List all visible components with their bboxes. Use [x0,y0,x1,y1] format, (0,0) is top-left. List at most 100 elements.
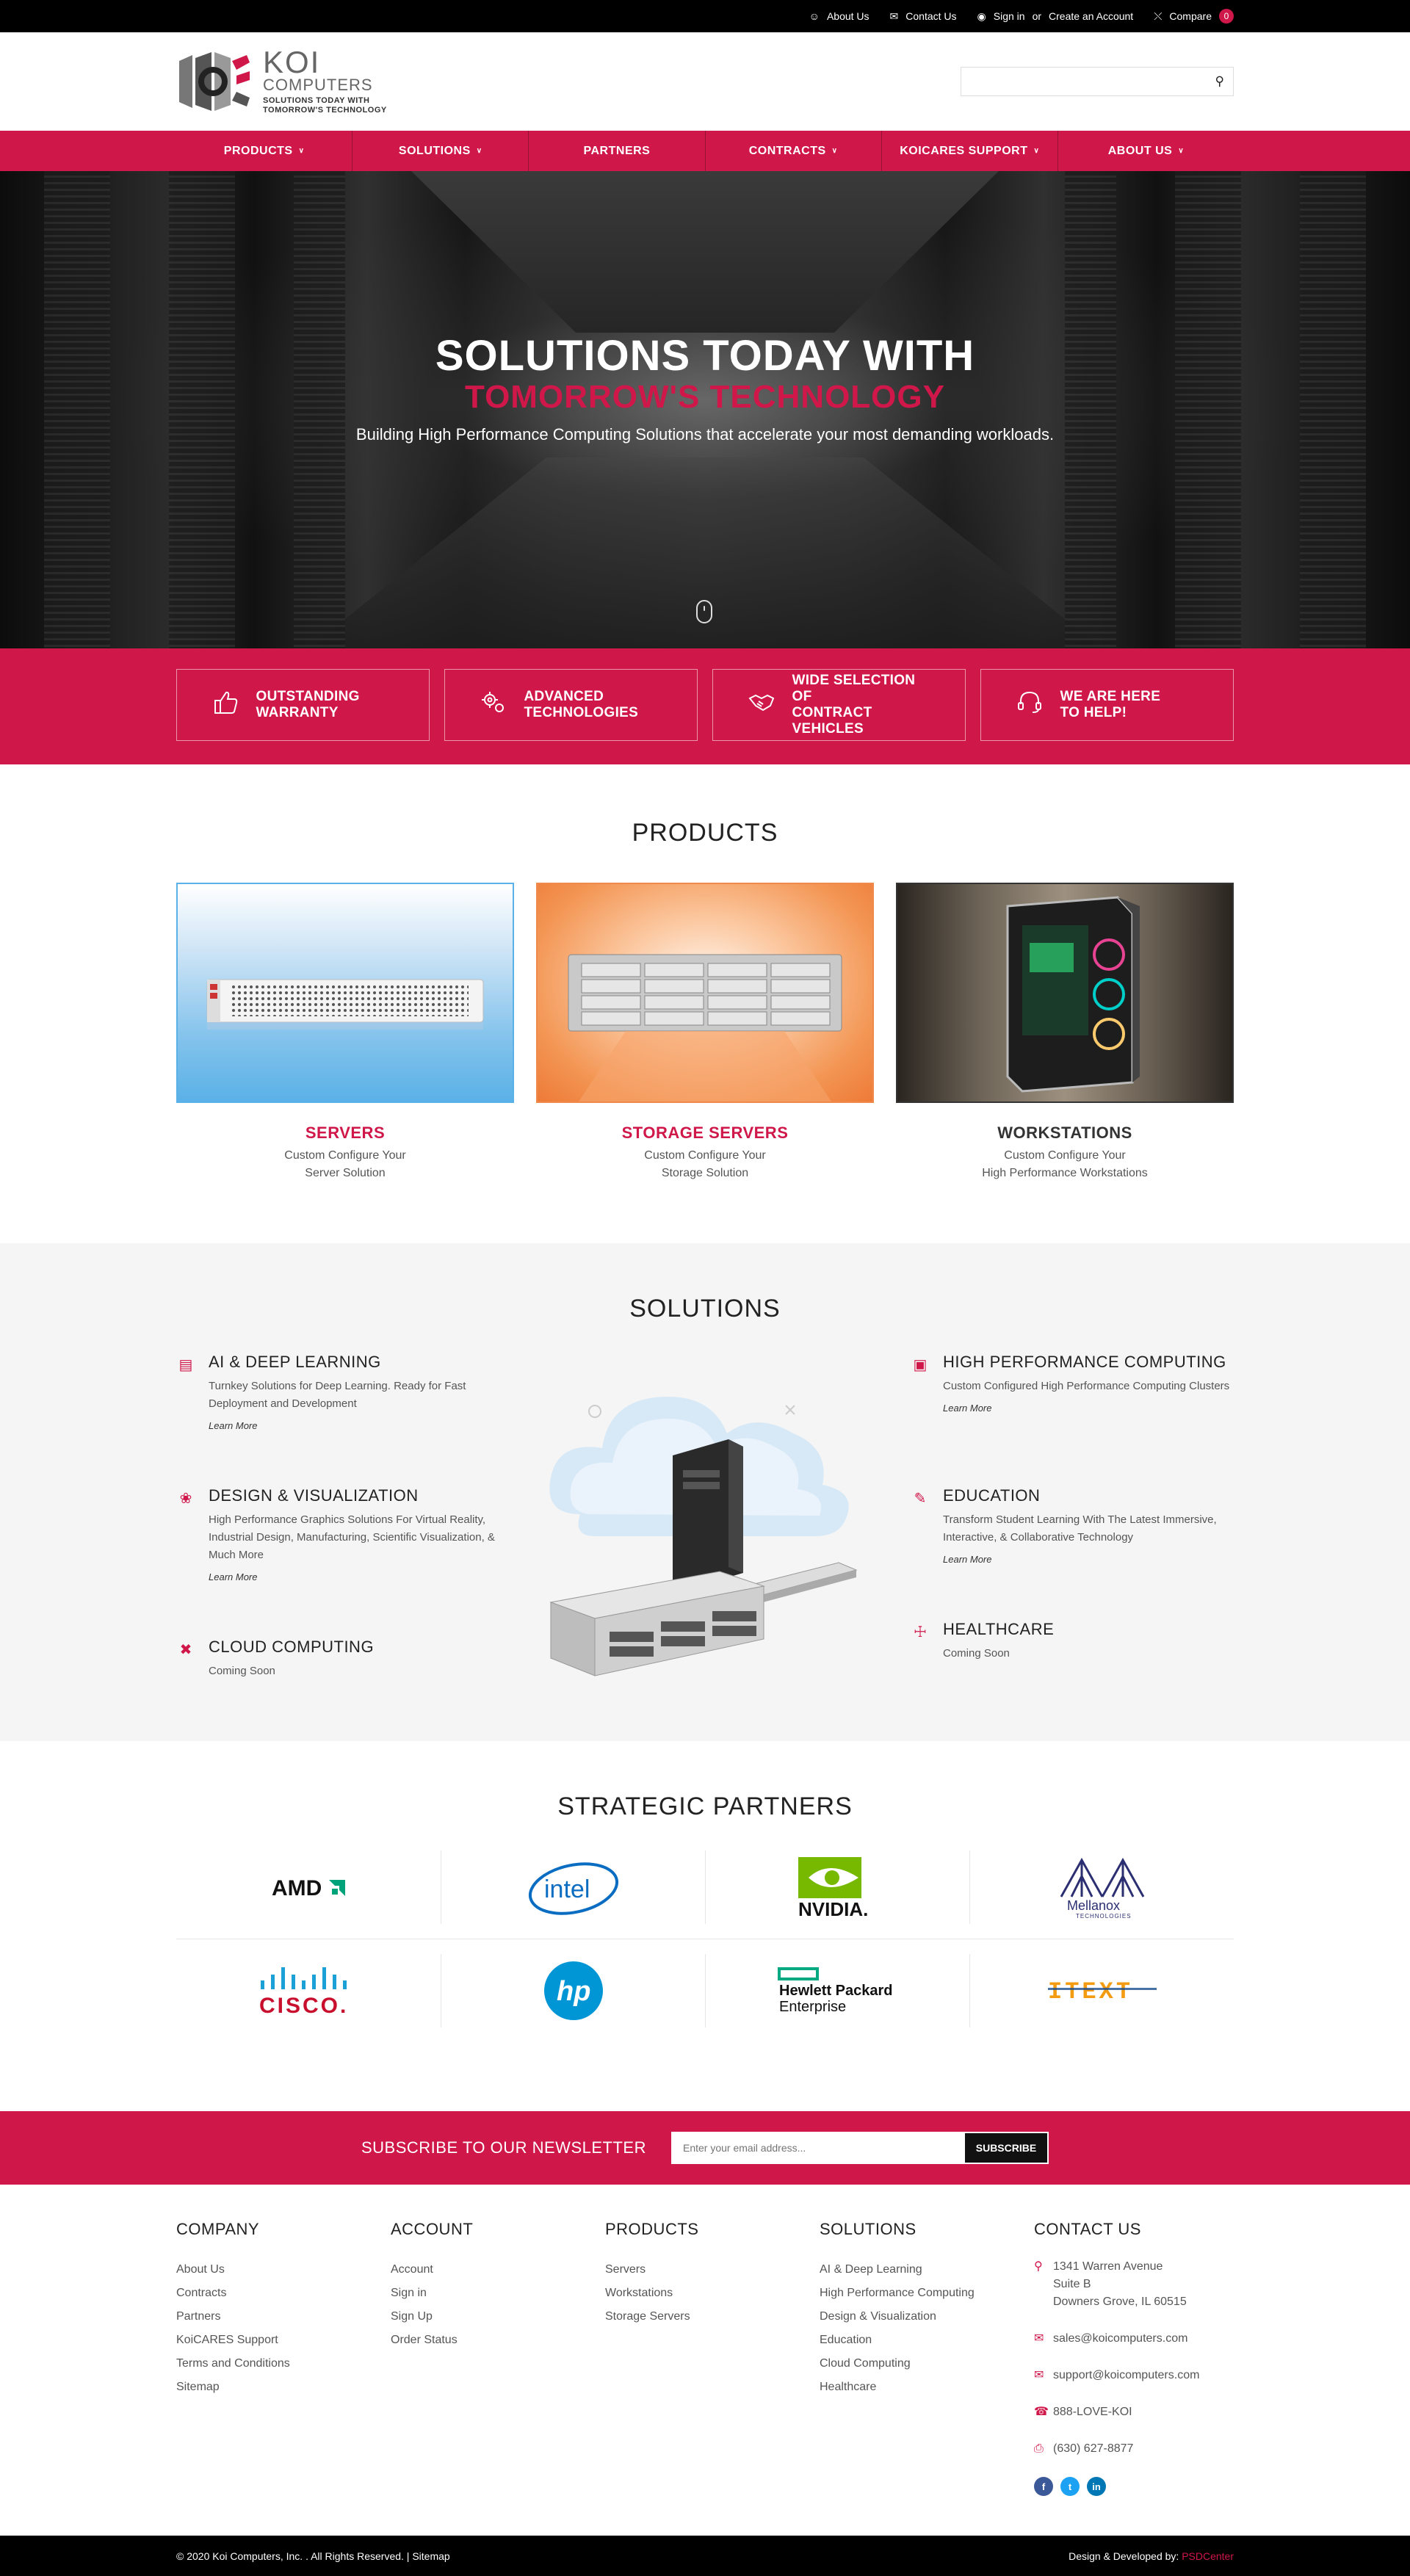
about-us-link[interactable]: ☺ About Us [809,10,870,22]
subscribe-button[interactable]: SUBSCRIBE [964,2133,1047,2163]
partner-mellanox-logo[interactable]: Mellanox TECHNOLOGIES [969,1850,1234,1924]
contact-address: ⚲ 1341 Warren Avenue Suite B Downers Grove… [1034,2258,1234,2311]
storage-servers-image[interactable] [536,883,874,1103]
footer-link[interactable]: KoiCARES Support [176,2329,391,2352]
partner-cisco-logo[interactable]: CISCO. [176,1954,441,2027]
solution-design-visualization[interactable]: ❀ DESIGN & VISUALIZATION High Performanc… [176,1486,507,1582]
scroll-mouse-icon[interactable] [696,600,712,623]
learn-more-link[interactable]: Learn More [209,1420,507,1431]
footer-link[interactable]: Order Status [391,2329,605,2352]
product-name-servers[interactable]: SERVERS [176,1124,514,1143]
hero-title-accent: TOMORROW'S TECHNOLOGY [465,379,945,415]
footer-link[interactable]: Sign Up [391,2305,605,2329]
footer-heading: ACCOUNT [391,2220,474,2238]
chevron-down-icon: ∨ [1178,147,1185,155]
nav-contracts[interactable]: CONTRACTS ∨ [704,131,881,171]
search-input[interactable] [961,68,1196,95]
nav-partners[interactable]: PARTNERS [528,131,704,171]
feature-warranty[interactable]: OUTSTANDING WARRANTY [176,669,430,741]
learn-more-link[interactable]: Learn More [209,1571,507,1582]
footer-heading: SOLUTIONS [820,2220,916,2238]
newsletter-email-input[interactable] [672,2133,965,2163]
footer-link[interactable]: Healthcare [820,2376,1034,2399]
footer-link[interactable]: AI & Deep Learning [820,2258,1034,2282]
product-card-storage[interactable]: STORAGE SERVERS Custom Configure Your Sto… [536,883,874,1182]
twitter-icon[interactable]: t [1060,2477,1080,2496]
partner-intel-logo[interactable]: intel [441,1850,705,1924]
footer-link[interactable]: Sign in [391,2282,605,2305]
partner-nvidia-logo[interactable]: NVIDIA. [705,1850,969,1924]
partners-title: STRATEGIC PARTNERS [557,1792,853,1820]
compare-link[interactable]: ⤬ Compare 0 [1154,9,1234,23]
footer-link[interactable]: Workstations [605,2282,820,2305]
solution-healthcare[interactable]: ☩ HEALTHCARE Coming Soon [911,1620,1234,1663]
solution-cloud-computing[interactable]: ✖ CLOUD COMPUTING Coming Soon [176,1638,507,1680]
svg-text:AMD: AMD [272,1876,322,1900]
feature-technologies[interactable]: ADVANCED TECHNOLOGIES [444,669,698,741]
products-title: PRODUCTS [632,819,778,847]
footer-link[interactable]: Account [391,2258,605,2282]
chip-icon: ▤ [178,1357,193,1373]
footer-link[interactable]: Servers [605,2258,820,2282]
contact-us-link[interactable]: ✉ Contact Us [890,10,957,23]
footer-link[interactable]: Contracts [176,2282,391,2305]
footer-link[interactable]: Sitemap [176,2376,391,2399]
footer-link[interactable]: High Performance Computing [820,2282,1034,2305]
footer-link[interactable]: Storage Servers [605,2305,820,2329]
logo-koi-text: KOI [263,45,321,79]
credit-brand-link[interactable]: PSDCenter [1182,2550,1234,2562]
feature-help[interactable]: WE ARE HERE TO HELP! [980,669,1234,741]
product-card-servers[interactable]: SERVERS Custom Configure Your Server Solu… [176,883,514,1182]
user-icon: ☺ [809,10,820,22]
solutions-title: SOLUTIONS [629,1295,781,1323]
solution-education[interactable]: ✎ EDUCATION Transform Student Learning W… [911,1486,1234,1565]
newsletter-bar: SUBSCRIBE TO OUR NEWSLETTER SUBSCRIBE [0,2111,1410,2185]
contact-email-support[interactable]: ✉ support@koicomputers.com [1034,2367,1234,2384]
footer-link[interactable]: Design & Visualization [820,2305,1034,2329]
learn-more-link[interactable]: Learn More [943,1554,1234,1565]
main-nav: PRODUCTS ∨ SOLUTIONS ∨ PARTNERS CONTRACTS ∨… [0,131,1410,171]
newsletter-label: SUBSCRIBE TO OUR NEWSLETTER [361,2138,646,2157]
pencil-icon: ✎ [914,1491,927,1507]
nav-about-us[interactable]: ABOUT US ∨ [1057,131,1234,171]
product-name-storage-servers[interactable]: STORAGE SERVERS [536,1124,874,1143]
create-account-link[interactable]: Create an Account [1049,10,1133,22]
solution-ai-deep-learning[interactable]: ▤ AI & DEEP LEARNING Turnkey Solutions f… [176,1353,507,1431]
linkedin-icon[interactable]: in [1087,2477,1106,2496]
partner-hpe-logo[interactable]: Hewlett Packard Enterprise [705,1954,969,2027]
contact-phone-tollfree[interactable]: ☎ 888-LOVE-KOI [1034,2403,1234,2421]
logo-tagline-2: TOMORROW'S TECHNOLOGY [263,106,387,115]
chevron-down-icon: ∨ [831,147,838,155]
nav-solutions[interactable]: SOLUTIONS ∨ [352,131,528,171]
footer-link[interactable]: Terms and Conditions [176,2352,391,2376]
product-name-workstations[interactable]: WORKSTATIONS [896,1124,1234,1143]
partner-amd-logo[interactable]: AMD [176,1850,441,1924]
products-section: PRODUCTS SERVERS Custom Configure Your Se… [0,764,1410,1243]
footer-link[interactable]: Education [820,2329,1034,2352]
logo-tagline-1: SOLUTIONS TODAY WITH [263,96,370,105]
nav-products[interactable]: PRODUCTS ∨ [176,131,352,171]
product-card-workstations[interactable]: WORKSTATIONS Custom Configure Your High P… [896,883,1234,1182]
footer-link[interactable]: Partners [176,2305,391,2329]
svg-text:Enterprise: Enterprise [779,1999,846,2015]
learn-more-link[interactable]: Learn More [943,1403,1234,1414]
solution-high-performance-computing[interactable]: ▣ HIGH PERFORMANCE COMPUTING Custom Conf… [911,1353,1234,1414]
sign-in-link[interactable]: Sign in [994,10,1025,22]
gears-icon [479,690,508,721]
search-icon[interactable]: ⚲ [1215,74,1224,89]
logo[interactable]: KOI COMPUTERS SOLUTIONS TODAY WITH TOMOR… [176,45,387,115]
footer-link[interactable]: About Us [176,2258,391,2282]
features-bar: OUTSTANDING WARRANTY ADVANCED TECHNOLOGIES… [0,648,1410,764]
partner-hp-logo[interactable]: hp [441,1954,705,2027]
footer-link[interactable]: Cloud Computing [820,2352,1034,2376]
nav-koicares-support[interactable]: KOICARES SUPPORT ∨ [881,131,1058,171]
partner-itext-logo[interactable]: ITEXT [969,1954,1234,2027]
feature-contract-vehicles[interactable]: WIDE SELECTION OF CONTRACT VEHICLES [712,669,966,741]
facebook-icon[interactable]: f [1034,2477,1053,2496]
contact-email-sales[interactable]: ✉ sales@koicomputers.com [1034,2330,1234,2348]
workstations-image[interactable] [896,883,1234,1103]
contact-phone-fax[interactable]: ⎙ (630) 627-8877 [1034,2440,1234,2458]
top-bar: ☺ About Us ✉ Contact Us ◉ Sign in or Cre… [0,0,1410,32]
servers-image[interactable] [176,883,514,1103]
footer: COMPANY About Us Contracts Partners KoiC… [0,2185,1410,2544]
